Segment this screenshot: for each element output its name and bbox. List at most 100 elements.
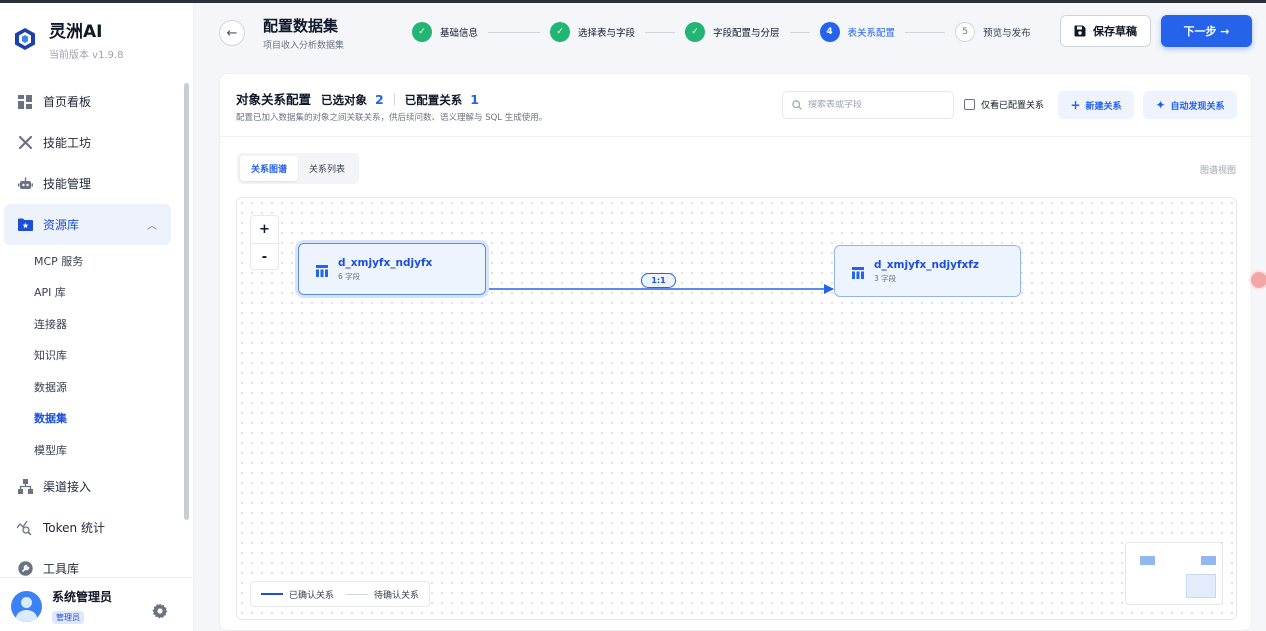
sparkle-icon: ✦ — [1155, 98, 1166, 112]
chevron-up-icon[interactable]: ︿ — [147, 217, 157, 232]
step-3[interactable]: ✓ 字段配置与分层 — [685, 22, 780, 42]
tab-graph[interactable]: 关系图谱 — [240, 156, 299, 181]
sidebar-item-dashboard[interactable]: 首页看板 — [0, 81, 182, 122]
sidebar-item-channel[interactable]: 渠道接入 — [0, 466, 182, 507]
sidebar-item-label: 工具库 — [43, 561, 80, 576]
tab-list[interactable]: 关系列表 — [298, 156, 356, 181]
user-name: 系统管理员 — [52, 590, 113, 604]
search-box[interactable] — [782, 91, 954, 119]
step-label: 选择表与字段 — [578, 28, 636, 39]
view-tabs: 关系图谱 关系列表 — [237, 153, 360, 184]
new-relation-button[interactable]: + 新建关系 — [1058, 91, 1134, 119]
check-icon: ✓ — [412, 22, 432, 42]
cardinality-badge[interactable]: 1:1 — [641, 273, 676, 288]
sidebar-item-resource-library[interactable]: 资源库 ︿ — [4, 204, 171, 245]
step-4[interactable]: 4 表关系配置 — [819, 22, 896, 42]
sidebar-item-label: 资源库 — [43, 218, 80, 232]
step-label: 预览与发布 — [983, 28, 1031, 39]
back-button[interactable]: ← — [219, 20, 245, 46]
gear-icon[interactable] — [152, 603, 168, 619]
search-icon — [792, 100, 802, 110]
sidebar-subitem-mcp[interactable]: MCP 服务 — [0, 245, 182, 277]
sidebar: 灵洲AI 当前版本 v1.9.8 首页看板 技能工坊 技能管理 资源库 ︿ MC… — [0, 3, 194, 631]
sidebar-subitem-connector[interactable]: 连接器 — [0, 308, 182, 340]
folder-star-icon — [17, 217, 33, 233]
app-version: 当前版本 v1.9.8 — [49, 50, 124, 61]
assistant-float-icon[interactable] — [1249, 270, 1266, 290]
sidebar-item-skill-workshop[interactable]: 技能工坊 — [0, 122, 182, 163]
check-icon: ✓ — [685, 22, 706, 42]
relation-graph-canvas[interactable]: + - 1:1 d_xmjyfx_ndjyfx 6 字段 d_xmjyfx_nd… — [236, 197, 1237, 620]
table-node[interactable]: d_xmjyfx_ndjyfx 6 字段 — [298, 243, 486, 295]
view-mode-label: 图谱视图 — [1199, 166, 1236, 176]
card-title-row: 对象关系配置 已选对象 2 已配置关系 1 — [236, 89, 479, 108]
stepper: ✓ 基础信息 ✓ 选择表与字段 ✓ 字段配置与分层 4 表关系配置 5 预览与发… — [412, 22, 1031, 42]
step-label: 表关系配置 — [847, 28, 896, 39]
card-header: 对象关系配置 已选对象 2 已配置关系 1 配置已加入数据集的对象之间关联关系，… — [220, 74, 1251, 137]
node-field-count: 6 字段 — [338, 271, 361, 281]
legend-pending: 待确认关系 — [374, 590, 420, 601]
step-label: 字段配置与分层 — [713, 28, 780, 39]
node-field-count: 3 字段 — [874, 273, 897, 283]
sidebar-item-skill-management[interactable]: 技能管理 — [0, 163, 182, 204]
node-name: d_xmjyfx_ndjyfxfz — [874, 258, 979, 271]
tools-icon — [17, 135, 33, 151]
divider — [393, 92, 395, 105]
table-icon — [316, 265, 328, 277]
sidebar-subitem-api[interactable]: API 库 — [0, 277, 182, 309]
dashboard-icon — [17, 94, 33, 110]
next-step-button[interactable]: 下一步 → — [1161, 15, 1252, 47]
plus-icon: + — [1070, 98, 1081, 112]
node-name: d_xmjyfx_ndjyfx — [338, 256, 433, 269]
user-role-badge: 管理员 — [52, 611, 84, 624]
step-1[interactable]: ✓ 基础信息 — [412, 22, 478, 42]
card-title: 对象关系配置 — [236, 92, 312, 107]
sidebar-item-label: 首页看板 — [43, 95, 92, 109]
minimap-node — [1140, 556, 1155, 565]
avatar[interactable] — [11, 590, 42, 622]
new-relation-label: 新建关系 — [1085, 101, 1122, 112]
step-connector — [789, 31, 810, 33]
step-connector — [488, 31, 541, 33]
sidebar-item-token-stats[interactable]: Token 统计 — [0, 507, 182, 548]
table-node[interactable]: d_xmjyfx_ndjyfxfz 3 字段 — [834, 245, 1021, 297]
auto-discover-button[interactable]: ✦ 自动发现关系 — [1143, 91, 1237, 119]
user-panel[interactable]: 系统管理员 管理员 — [0, 577, 193, 631]
only-configured-checkbox[interactable] — [964, 99, 975, 110]
auto-discover-label: 自动发现关系 — [1170, 101, 1225, 112]
configured-relations-label: 已配置关系 — [404, 93, 463, 107]
save-draft-button[interactable]: 保存草稿 — [1060, 15, 1151, 47]
sidebar-item-label: 渠道接入 — [43, 479, 92, 494]
sidebar-item-label: Token 统计 — [43, 520, 105, 535]
sidebar-scrollbar[interactable] — [184, 83, 189, 520]
chart-search-icon — [17, 519, 33, 535]
page-subtitle: 项目收入分析数据集 — [263, 41, 345, 51]
search-input[interactable] — [808, 100, 948, 110]
network-icon — [17, 478, 33, 494]
wrench-icon — [17, 560, 33, 576]
step-2[interactable]: ✓ 选择表与字段 — [550, 22, 635, 42]
legend-confirmed: 已确认关系 — [289, 590, 335, 601]
relation-config-card: 对象关系配置 已选对象 2 已配置关系 1 配置已加入数据集的对象之间关联关系，… — [219, 73, 1252, 631]
sidebar-nav: 首页看板 技能工坊 技能管理 资源库 ︿ MCP 服务 API 库 连接器 知识… — [0, 81, 182, 589]
selected-objects-label: 已选对象 — [321, 93, 368, 107]
confirmed-line-swatch — [261, 593, 283, 595]
card-description: 配置已加入数据集的对象之间关联关系，供后续问数、语义理解与 SQL 生成使用。 — [236, 113, 548, 123]
pending-line-swatch — [346, 593, 369, 595]
sidebar-subitem-knowledge[interactable]: 知识库 — [0, 340, 182, 372]
selected-objects-count: 2 — [375, 92, 384, 107]
step-number: 4 — [819, 22, 840, 42]
step-label: 基础信息 — [440, 28, 479, 39]
brand[interactable]: 灵洲AI 当前版本 v1.9.8 — [14, 21, 124, 61]
sidebar-subitem-datasource[interactable]: 数据源 — [0, 371, 182, 403]
only-configured-label: 仅看已配置关系 — [981, 101, 1045, 111]
only-configured-toggle[interactable]: 仅看已配置关系 — [964, 98, 1044, 111]
configured-relations-count: 1 — [470, 92, 479, 107]
minimap-viewport[interactable] — [1186, 574, 1216, 598]
minimap[interactable] — [1125, 542, 1223, 605]
sidebar-subitem-dataset[interactable]: 数据集 — [0, 403, 182, 435]
save-icon — [1074, 25, 1086, 37]
app-name: 灵洲AI — [49, 22, 103, 42]
step-5[interactable]: 5 预览与发布 — [955, 22, 1031, 42]
sidebar-subitem-model[interactable]: 模型库 — [0, 434, 182, 466]
